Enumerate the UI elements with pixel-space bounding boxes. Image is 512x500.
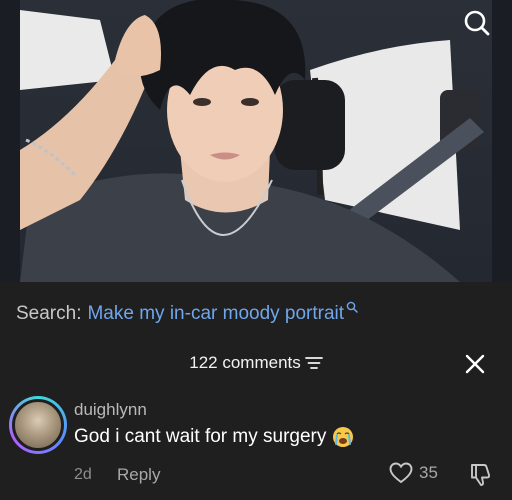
- search-prefix: Search:: [16, 303, 82, 324]
- avatar[interactable]: [9, 396, 67, 454]
- comments-header: 122 comments: [0, 352, 512, 374]
- portrait-illustration: [20, 0, 484, 282]
- search-button[interactable]: [460, 6, 494, 40]
- dislike-button[interactable]: [467, 462, 495, 490]
- search-icon: [464, 10, 490, 36]
- sort-lines-icon[interactable]: [304, 355, 323, 371]
- search-icon: [346, 301, 358, 313]
- reply-button[interactable]: Reply: [117, 465, 160, 485]
- like-button[interactable]: 35: [389, 462, 438, 484]
- close-icon: [465, 354, 485, 374]
- avatar-image: [12, 399, 64, 451]
- thumbs-down-icon: [471, 464, 491, 486]
- comment-timestamp: 2d: [74, 466, 92, 483]
- comment-text: God i cant wait for my surgery: [74, 426, 327, 447]
- portrait-photo: [20, 0, 492, 282]
- close-comments-button[interactable]: [462, 351, 488, 377]
- comment-username[interactable]: duighlynn: [74, 400, 147, 420]
- like-count: 35: [419, 463, 438, 482]
- video-preview[interactable]: [0, 0, 512, 282]
- search-suggestion[interactable]: Search: Make my in-car moody portrait: [16, 301, 358, 326]
- loudly-crying-face-emoji-icon: [333, 427, 354, 447]
- comments-count: 122 comments: [189, 353, 301, 372]
- comment-item: duighlynn God i cant wait for my surgery…: [0, 392, 512, 500]
- heart-outline-icon: [389, 462, 413, 484]
- search-query-link[interactable]: Make my in-car moody portrait: [87, 302, 344, 326]
- comment-body: God i cant wait for my surgery: [74, 426, 354, 448]
